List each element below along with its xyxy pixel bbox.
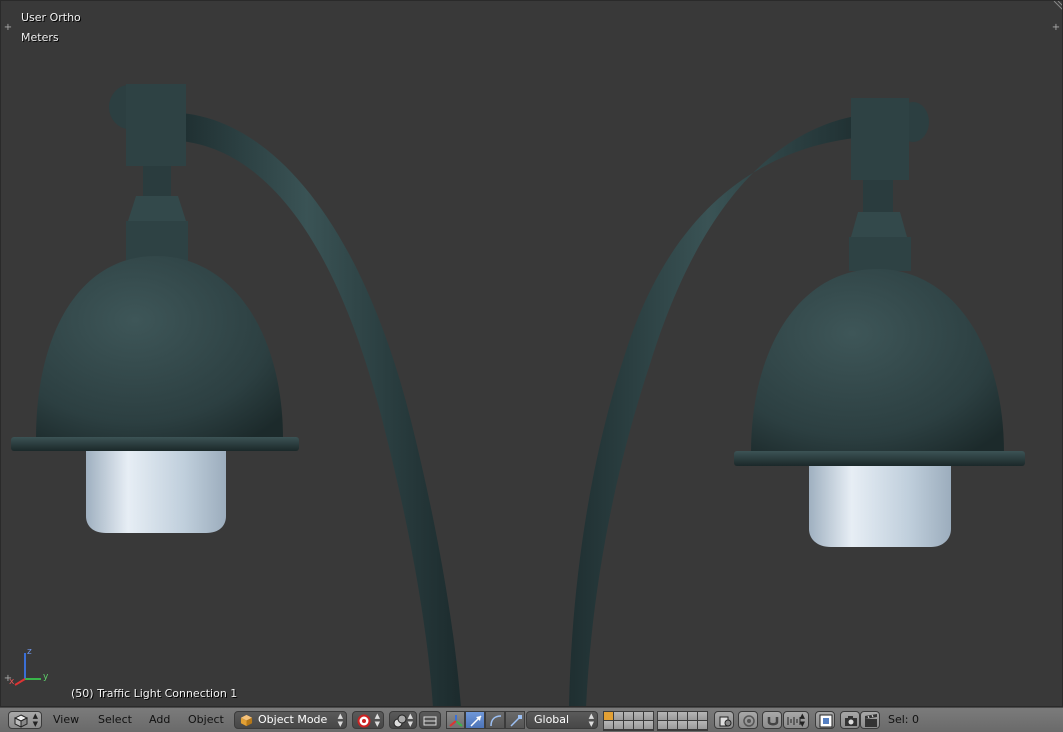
manipulator-axes-icon [449,715,463,727]
axis-y-label: y [43,672,49,682]
area-split-corner-icon[interactable] [1052,1,1062,11]
layer-button[interactable] [688,721,697,729]
layers-group-1[interactable] [603,711,654,731]
layer-button[interactable] [624,721,633,729]
translate-manipulator-button[interactable] [465,711,485,729]
solid-sphere-icon [357,714,371,728]
render-still-button[interactable] [840,711,860,729]
scale-manipulator-button[interactable] [505,711,525,729]
layer-button[interactable] [668,712,677,720]
layers-group-2[interactable] [657,711,708,731]
snap-grid-icon [819,714,833,728]
axis-x-label: x [9,677,15,687]
cube-icon [14,714,28,728]
layer-button[interactable] [668,721,677,729]
manipulator-toggle[interactable] [446,711,465,729]
layer-button[interactable] [614,712,623,720]
layer-button[interactable] [604,712,613,720]
layer-button[interactable] [678,712,687,720]
units-label: Meters [21,31,59,44]
axis-gizmo-icon: z y x [9,647,49,687]
lock-camera-button[interactable] [714,711,734,729]
scene-render [11,84,1025,706]
translate-arrow-icon [470,715,482,727]
layer-button[interactable] [614,721,623,729]
region-expand-icon-top-left[interactable]: + [3,23,13,33]
magnet-icon [767,717,779,726]
proportional-edit-button[interactable] [738,711,758,729]
lock-layers-icon [719,716,732,727]
camera-icon [845,716,857,726]
mode-dropdown[interactable]: Object Mode ▲ ▼ [234,711,347,729]
layer-button[interactable] [658,712,667,720]
region-expand-icon-top-right[interactable]: + [1051,23,1061,33]
3d-viewport[interactable]: + + + User Ortho Meters (50) Traffic Lig… [0,0,1063,707]
menu-view[interactable]: View [53,712,79,728]
layer-button[interactable] [644,712,653,720]
right-lamp [734,98,1025,547]
rotate-manipulator-button[interactable] [485,711,505,729]
layer-button[interactable] [698,712,707,720]
snap-toggle-button[interactable] [762,711,782,729]
active-object-info: (50) Traffic Light Connection 1 [71,687,238,700]
proportional-edit-icon [743,715,755,727]
selection-count: Sel: 0 [888,713,920,726]
layer-button[interactable] [634,721,643,729]
snap-target-button[interactable] [815,711,835,729]
object-mode-cube-icon [240,714,253,727]
layer-button[interactable] [688,712,697,720]
scale-arrow-icon [510,715,522,727]
manipulate-center-icon [423,716,437,726]
layer-button[interactable] [624,712,633,720]
layer-button[interactable] [634,712,643,720]
layer-button[interactable] [604,721,613,729]
snap-element-dropdown[interactable]: ▲ ▼ [783,711,809,729]
menu-add[interactable]: Add [149,712,170,728]
mode-label: Object Mode [258,713,328,726]
pivot-point-dropdown[interactable]: ▲ ▼ [389,711,417,729]
3d-view-header: ▲ ▼ View Select Add Object Object Mode ▲ ▼… [0,707,1063,732]
rotate-arc-icon [490,715,502,727]
layer-button[interactable] [678,721,687,729]
editor-type-button[interactable]: ▲ ▼ [8,711,42,729]
layer-button[interactable] [698,721,707,729]
layer-button[interactable] [658,721,667,729]
render-animation-button[interactable] [860,711,880,729]
clapperboard-icon [865,714,877,727]
view-name-label: User Ortho [21,11,81,24]
viewport-shading-dropdown[interactable]: ▲ ▼ [352,711,384,729]
axis-z-label: z [27,647,32,657]
transform-orientation-dropdown[interactable]: Global ▲ ▼ [526,711,598,729]
manipulate-center-toggle[interactable] [419,711,441,729]
pivot-point-icon [393,714,407,728]
transform-orientation-label: Global [534,713,570,726]
layer-button[interactable] [644,721,653,729]
menu-object[interactable]: Object [188,712,224,728]
menu-select[interactable]: Select [98,712,132,728]
